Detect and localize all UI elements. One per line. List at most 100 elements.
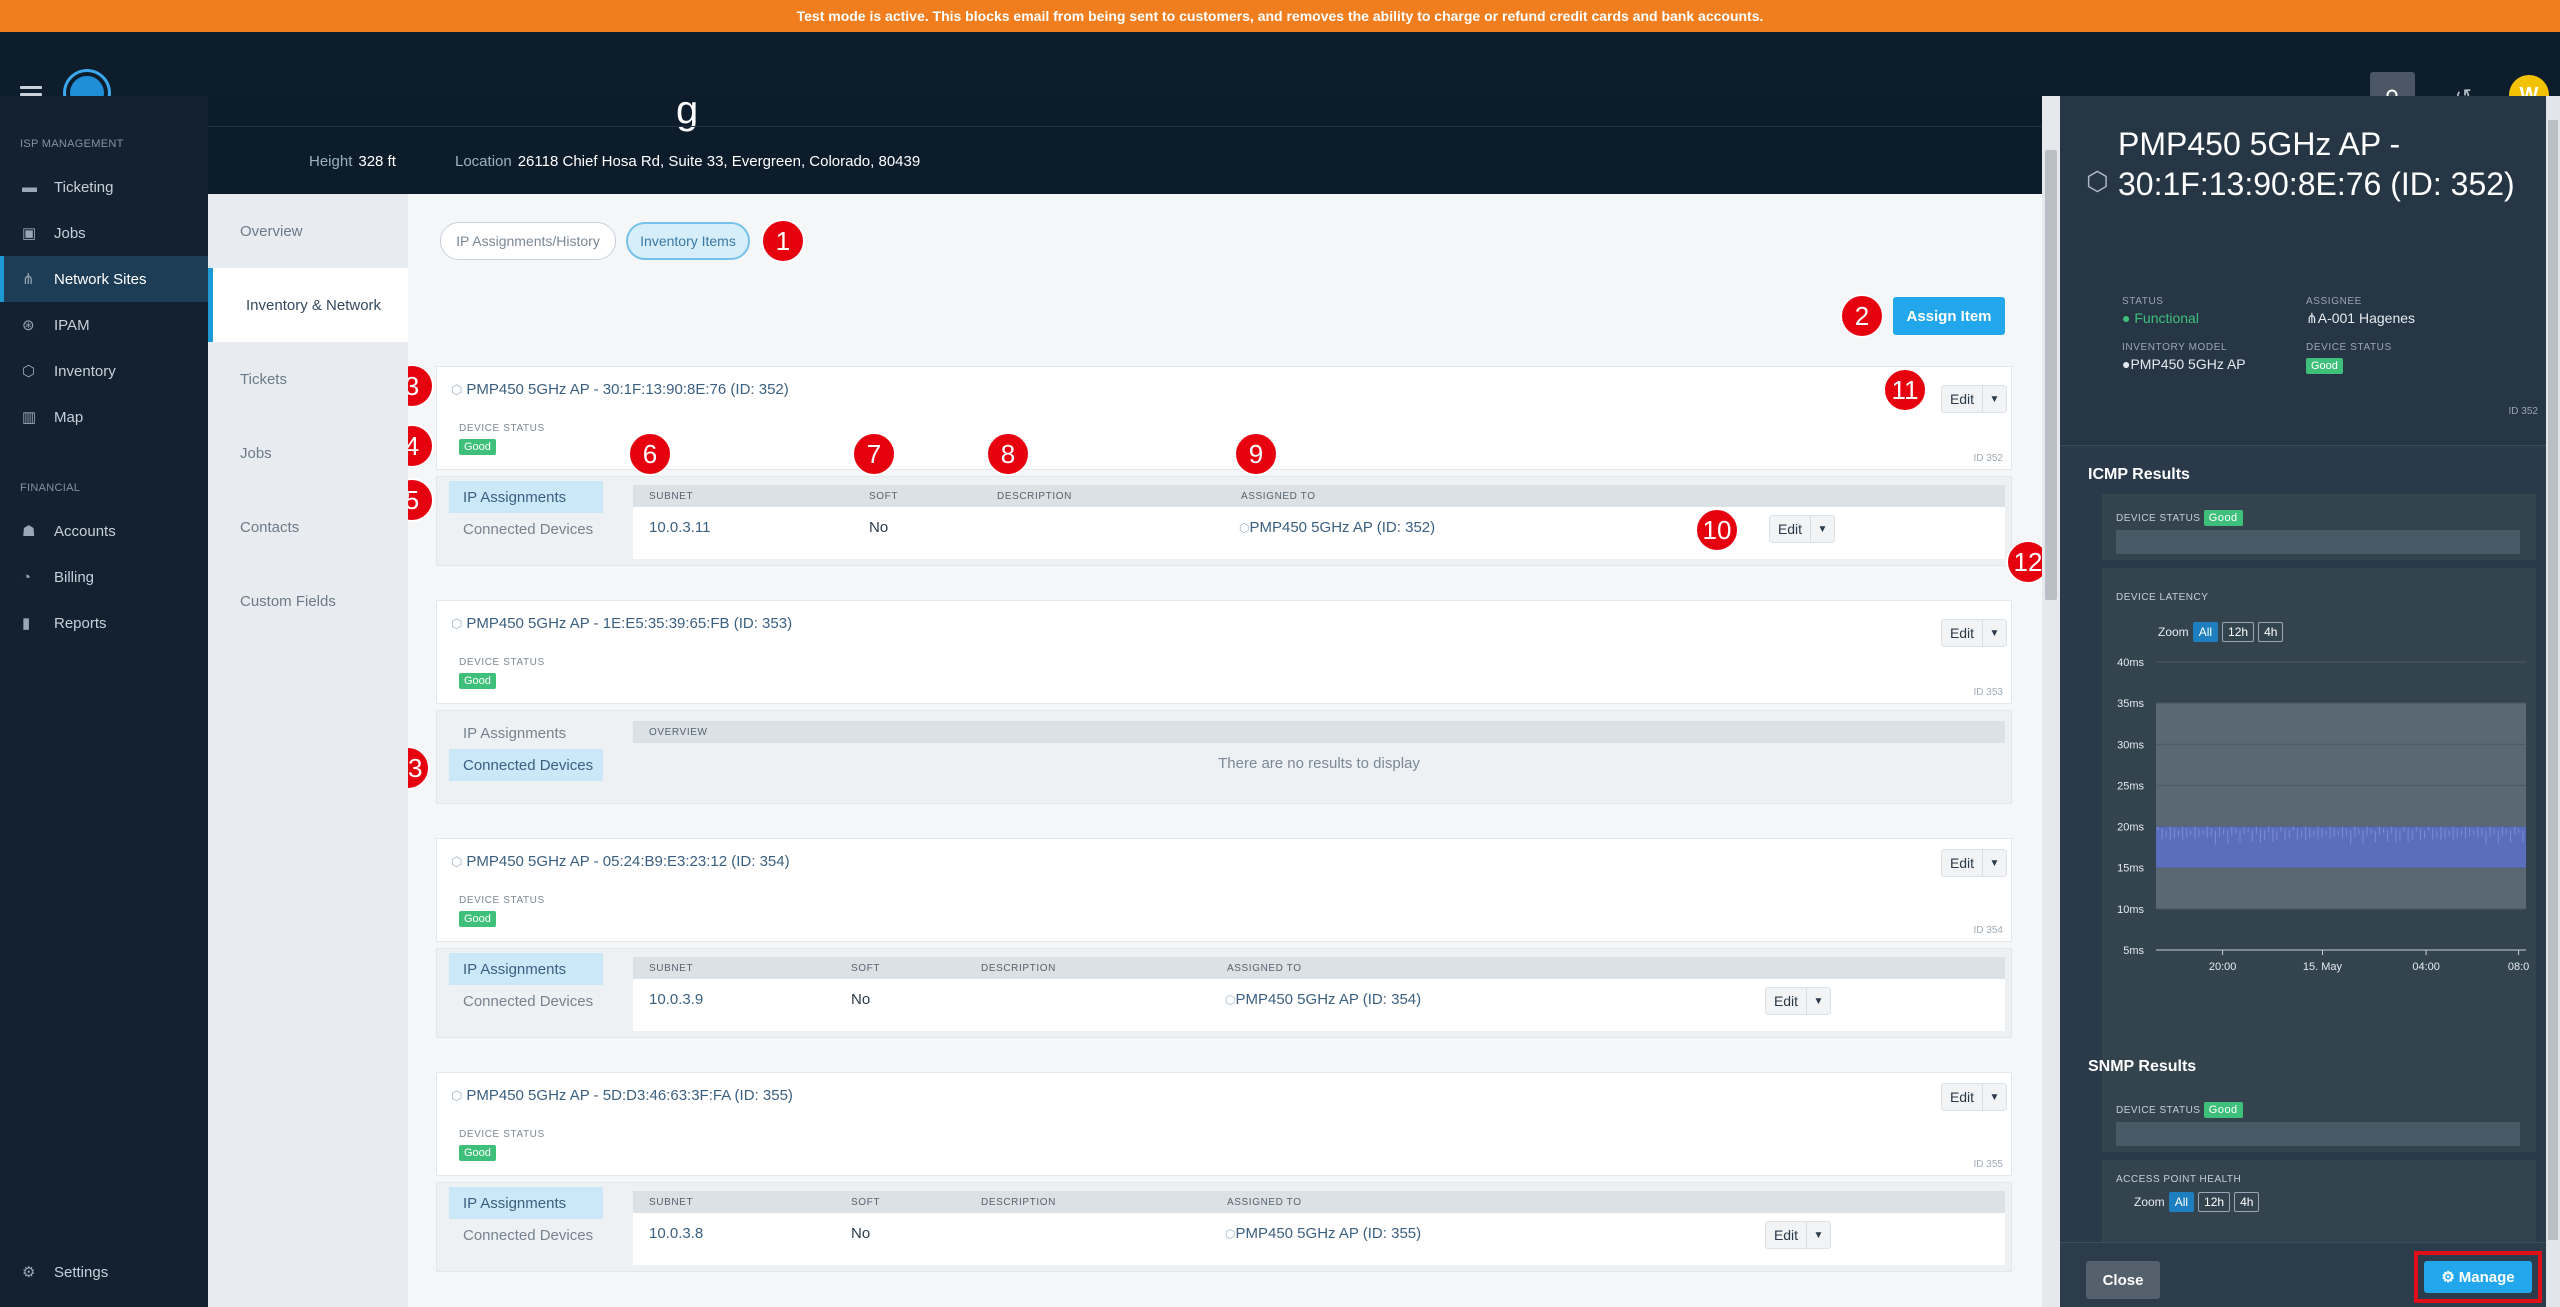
- close-button[interactable]: Close: [2086, 1261, 2160, 1299]
- item-id: ID 355: [1973, 1159, 2003, 1170]
- row-edit-button-group[interactable]: Edit ▼: [1765, 1221, 1831, 1249]
- panel-item-id: ID 352: [2508, 406, 2538, 417]
- assignee-label: ASSIGNEE: [2306, 296, 2362, 307]
- edit-button[interactable]: Edit: [1770, 516, 1810, 542]
- annotation-marker-5: 5: [408, 478, 434, 522]
- subtab-connected-devices[interactable]: Connected Devices: [449, 985, 603, 1017]
- assigned-to-text[interactable]: PMP450 5GHz AP (ID: 355): [1235, 1225, 1421, 1242]
- item-edit-button-group[interactable]: Edit ▼: [1941, 619, 2007, 647]
- assigned-to-text[interactable]: PMP450 5GHz AP (ID: 354): [1235, 991, 1421, 1008]
- item-title-link[interactable]: ⬡ PMP450 5GHz AP - 5D:D3:46:63:3F:FA (ID:…: [451, 1087, 793, 1104]
- subnav-custom-fields[interactable]: Custom Fields: [208, 564, 408, 638]
- subtab-connected-devices[interactable]: Connected Devices: [449, 749, 603, 781]
- item-edit-button-group[interactable]: Edit ▼: [1941, 385, 2007, 413]
- zoom-all-button[interactable]: All: [2192, 622, 2219, 642]
- item-title[interactable]: PMP450 5GHz AP - 5D:D3:46:63:3F:FA (ID: …: [466, 1087, 793, 1104]
- subnav-inventory-network[interactable]: Inventory & Network: [208, 268, 408, 342]
- soft-cell: No: [869, 518, 889, 536]
- edit-button[interactable]: Edit: [1942, 386, 1982, 412]
- row-edit-button-group[interactable]: Edit ▼: [1765, 987, 1831, 1015]
- assignee-text[interactable]: A-001 Hagenes: [2318, 310, 2415, 326]
- chevron-down-icon[interactable]: ▼: [1982, 1084, 2006, 1110]
- device-status-label: DEVICE STATUS: [459, 895, 545, 906]
- assigned-to-link[interactable]: ⬡PMP450 5GHz AP (ID: 355): [1225, 1225, 1421, 1242]
- tab-inventory-items[interactable]: Inventory Items: [626, 222, 750, 260]
- row-edit-button-group[interactable]: Edit ▼: [1769, 515, 1835, 543]
- annotation-marker-12: 12: [2006, 540, 2042, 584]
- chevron-down-icon[interactable]: ▼: [1982, 386, 2006, 412]
- main-scrollbar-thumb[interactable]: [2045, 150, 2057, 600]
- edit-button[interactable]: Edit: [1942, 620, 1982, 646]
- tab-ip-assignments-history[interactable]: IP Assignments/History: [440, 222, 616, 260]
- chevron-down-icon[interactable]: ▼: [1806, 988, 1830, 1014]
- status-badge: Good: [2203, 510, 2243, 526]
- zoom-all-button[interactable]: All: [2168, 1192, 2195, 1212]
- subnav-contacts[interactable]: Contacts: [208, 490, 408, 564]
- chevron-down-icon[interactable]: ▼: [1806, 1222, 1830, 1248]
- zoom-4h-button[interactable]: 4h: [2258, 622, 2284, 642]
- cube-icon: ⬡: [451, 1087, 463, 1103]
- assign-item-button[interactable]: Assign Item: [1893, 297, 2005, 335]
- panel-header: ⬡ PMP450 5GHz AP - 30:1F:13:90:8E:76 (ID…: [2060, 96, 2560, 446]
- subtab-ip-assignments[interactable]: IP Assignments: [449, 953, 603, 985]
- status-badge: Good: [2306, 356, 2343, 374]
- x-tick-label: 15. May: [2303, 961, 2343, 973]
- item-title[interactable]: PMP450 5GHz AP - 1E:E5:35:39:65:FB (ID: …: [466, 615, 792, 632]
- subtab-ip-assignments[interactable]: IP Assignments: [449, 481, 603, 513]
- col-soft: SOFT: [869, 490, 899, 502]
- chevron-down-icon[interactable]: ▼: [1810, 516, 1834, 542]
- zoom-12h-button[interactable]: 12h: [2222, 622, 2255, 642]
- latency-chart[interactable]: 40ms 35ms 30ms 25ms 20ms 15ms 10ms 5ms 20:00 15. …: [2102, 654, 2536, 984]
- status-badge-text: Good: [459, 439, 496, 455]
- manage-label[interactable]: Manage: [2459, 1269, 2515, 1286]
- zoom-4h-button[interactable]: 4h: [2234, 1192, 2260, 1212]
- sidebar-item-reports[interactable]: ▮ Reports: [0, 600, 208, 646]
- sidebar-item-map[interactable]: ▥ Map: [0, 394, 208, 440]
- y-tick-label: 35ms: [2117, 698, 2144, 710]
- x-tick-label: 08:0: [2508, 961, 2529, 973]
- sidebar-item-inventory[interactable]: ⬡ Inventory: [0, 348, 208, 394]
- subtab-ip-assignments[interactable]: IP Assignments: [449, 1187, 603, 1219]
- detail-panel: ⬡ PMP450 5GHz AP - 30:1F:13:90:8E:76 (ID…: [2060, 96, 2560, 1307]
- y-tick-label: 20ms: [2117, 822, 2144, 834]
- latency-label: DEVICE LATENCY: [2116, 592, 2209, 603]
- item-title[interactable]: PMP450 5GHz AP - 05:24:B9:E3:23:12 (ID: …: [466, 853, 789, 870]
- sidebar-item-jobs[interactable]: ▣ Jobs: [0, 210, 208, 256]
- item-edit-button-group[interactable]: Edit ▼: [1941, 1083, 2007, 1111]
- sidebar-item-ipam[interactable]: ⊛ IPAM: [0, 302, 208, 348]
- table-header: SUBNET SOFT DESCRIPTION ASSIGNED TO: [633, 1191, 2005, 1213]
- assignee-value[interactable]: ⋔A-001 Hagenes: [2306, 310, 2415, 327]
- sidebar-item-network-sites[interactable]: ⋔ Network Sites: [0, 256, 208, 302]
- soft-cell: No: [851, 1224, 871, 1242]
- icmp-results-title: ICMP Results: [2088, 466, 2190, 483]
- item-title-link[interactable]: ⬡ PMP450 5GHz AP - 05:24:B9:E3:23:12 (ID:…: [451, 853, 790, 870]
- item-title[interactable]: PMP450 5GHz AP - 30:1F:13:90:8E:76 (ID: …: [466, 381, 788, 398]
- status-badge-text: Good: [459, 1145, 496, 1161]
- subnav-overview[interactable]: Overview: [208, 194, 408, 268]
- chevron-down-icon[interactable]: ▼: [1982, 850, 2006, 876]
- assigned-to-link[interactable]: ⬡PMP450 5GHz AP (ID: 354): [1225, 991, 1421, 1008]
- sidebar-item-settings[interactable]: ⚙ Settings: [0, 1249, 208, 1295]
- edit-button[interactable]: Edit: [1942, 1084, 1982, 1110]
- item-title-link[interactable]: ⬡ PMP450 5GHz AP - 30:1F:13:90:8E:76 (ID:…: [451, 381, 789, 398]
- subnav-jobs[interactable]: Jobs: [208, 416, 408, 490]
- edit-button[interactable]: Edit: [1766, 988, 1806, 1014]
- sidebar-item-ticketing[interactable]: ▬ Ticketing: [0, 164, 208, 210]
- sidebar-item-accounts[interactable]: ☗ Accounts: [0, 508, 208, 554]
- item-edit-button-group[interactable]: Edit ▼: [1941, 849, 2007, 877]
- chevron-down-icon[interactable]: ▼: [1982, 620, 2006, 646]
- subnav-tickets[interactable]: Tickets: [208, 342, 408, 416]
- assigned-to-text[interactable]: PMP450 5GHz AP (ID: 352): [1249, 519, 1435, 536]
- item-title-link[interactable]: ⬡ PMP450 5GHz AP - 1E:E5:35:39:65:FB (ID:…: [451, 615, 792, 632]
- edit-button[interactable]: Edit: [1766, 1222, 1806, 1248]
- subtab-connected-devices[interactable]: Connected Devices: [449, 1219, 603, 1251]
- assigned-to-link[interactable]: ⬡PMP450 5GHz AP (ID: 352): [1239, 519, 1435, 536]
- edit-button[interactable]: Edit: [1942, 850, 1982, 876]
- subtab-ip-assignments[interactable]: IP Assignments: [449, 717, 603, 749]
- subtab-connected-devices[interactable]: Connected Devices: [449, 513, 603, 545]
- panel-scrollbar-thumb[interactable]: [2548, 120, 2558, 1240]
- sidebar-item-billing[interactable]: ◔ Billing: [0, 554, 208, 600]
- annotation-marker-7: 7: [852, 432, 896, 476]
- manage-button[interactable]: ⚙ Manage: [2424, 1261, 2532, 1293]
- zoom-12h-button[interactable]: 12h: [2198, 1192, 2231, 1212]
